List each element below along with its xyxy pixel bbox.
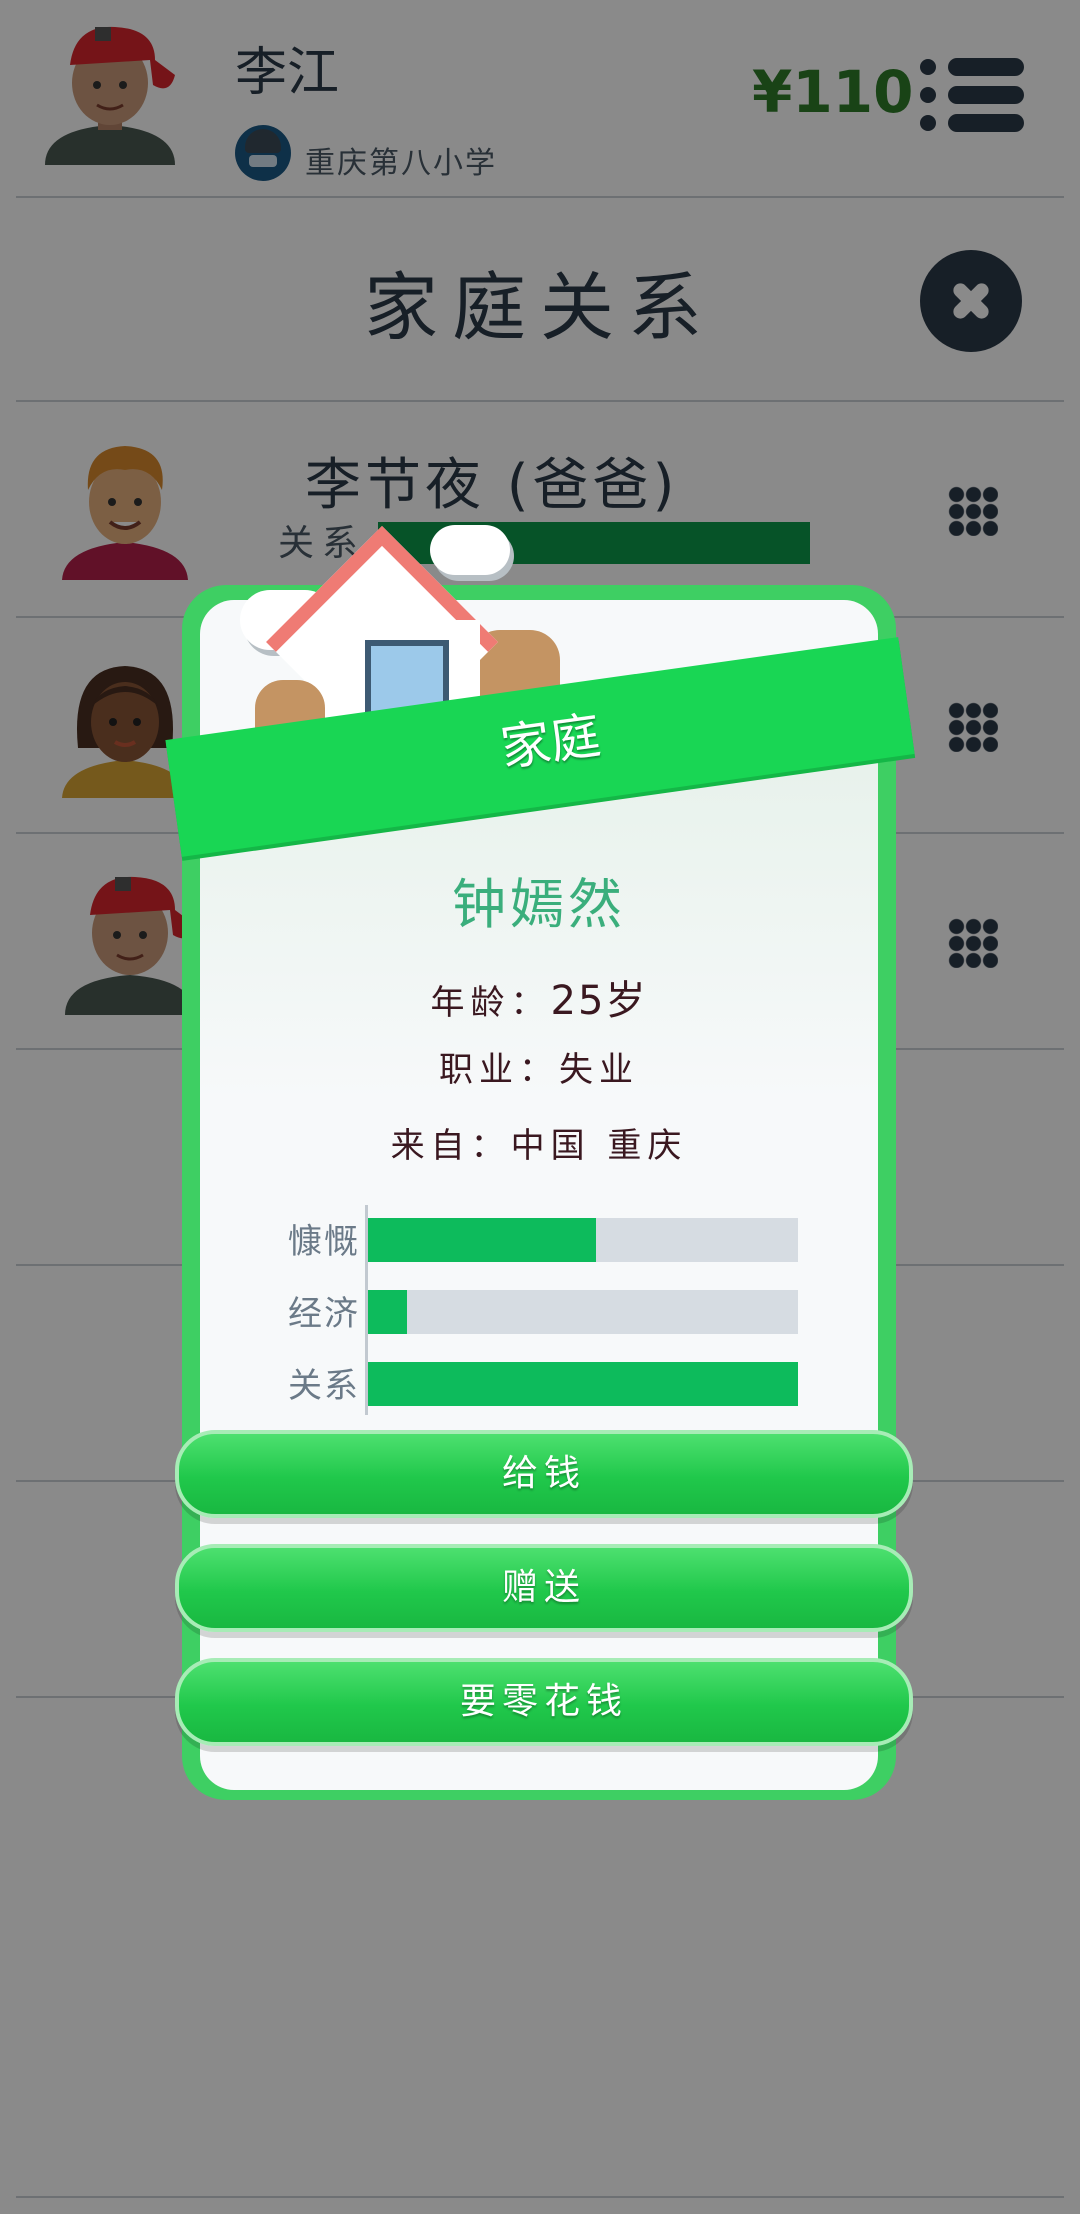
from-label: 来自： <box>390 1126 511 1166</box>
stat-bar-relation <box>368 1362 798 1406</box>
stat-bar-economy <box>368 1290 798 1334</box>
gift-button[interactable]: 赠送 <box>175 1544 913 1632</box>
stat-fill <box>368 1362 798 1406</box>
member-name: 钟嫣然 <box>452 873 626 936</box>
job-row: 职业：失业 <box>182 1042 896 1091</box>
cloud-icon <box>430 525 510 575</box>
age-row: 年龄：25岁 <box>182 968 896 1026</box>
stat-label-relation: 关系 <box>288 1366 360 1406</box>
stat-fill <box>368 1218 596 1262</box>
stat-label-generosity: 慷慨 <box>288 1222 360 1262</box>
from-row: 来自：中国 重庆 <box>182 1118 896 1167</box>
age-value: 25岁 <box>550 978 648 1024</box>
ask-pocket-money-button[interactable]: 要零花钱 <box>175 1658 913 1746</box>
give-money-button[interactable]: 给钱 <box>175 1430 913 1518</box>
stat-bar-generosity <box>368 1218 798 1262</box>
job-value: 失业 <box>559 1050 639 1090</box>
stat-label-economy: 经济 <box>288 1294 360 1334</box>
job-label: 职业： <box>439 1050 559 1090</box>
from-value: 中国 重庆 <box>510 1126 688 1166</box>
stat-fill <box>368 1290 407 1334</box>
age-label: 年龄： <box>430 983 551 1023</box>
